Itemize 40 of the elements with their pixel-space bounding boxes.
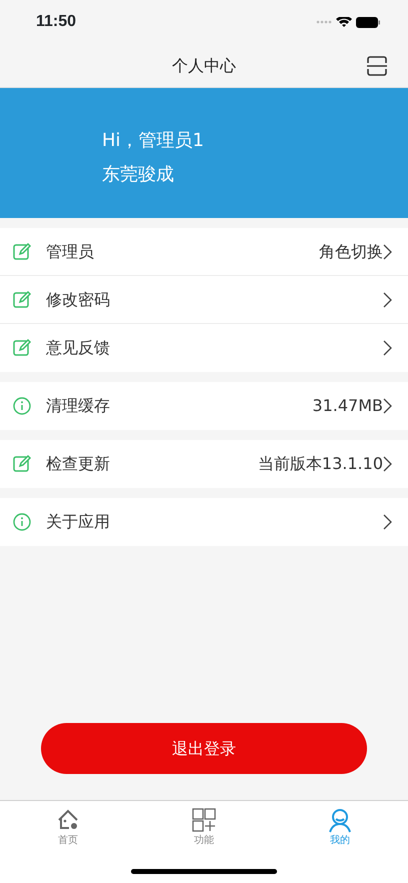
row-label: 意见反馈 [46, 337, 111, 359]
row-label: 关于应用 [46, 511, 111, 533]
row-label: 管理员 [46, 240, 95, 262]
row-value: 角色切换 [319, 240, 383, 262]
row-label: 清理缓存 [46, 395, 111, 417]
logout-button[interactable]: 退出登录 [41, 723, 367, 774]
page-title: 个人中心 [172, 54, 236, 76]
settings-row[interactable]: 清理缓存 31.47MB [0, 382, 408, 430]
greeting-text: Hi，管理员1 [102, 129, 205, 153]
battery-icon [356, 16, 380, 28]
settings-row[interactable]: 意见反馈 [0, 324, 408, 372]
tab-item[interactable]: 功能 [136, 801, 272, 883]
settings-row[interactable]: 修改密码 [0, 276, 408, 324]
info-icon [12, 396, 32, 416]
grid-icon [191, 807, 217, 833]
tab-item[interactable]: 首页 [0, 801, 136, 883]
edit-icon [12, 290, 32, 310]
chevron-icon [383, 340, 392, 356]
edit-icon [12, 338, 32, 358]
edit-icon [12, 242, 32, 262]
chevron-icon [383, 398, 392, 414]
person-icon [327, 807, 353, 833]
chevron-icon [383, 514, 392, 530]
company-name: 东莞骏成 [102, 163, 175, 187]
settings-row[interactable]: 检查更新 当前版本13.1.10 [0, 440, 408, 488]
signal-icon [316, 20, 332, 24]
info-icon [12, 512, 32, 532]
chevron-icon [383, 292, 392, 308]
settings-row[interactable]: 管理员 角色切换 [0, 228, 408, 276]
settings-row[interactable]: 关于应用 [0, 498, 408, 546]
row-value: 31.47MB [312, 395, 383, 417]
status-time: 11:50 [36, 12, 76, 32]
row-label: 修改密码 [46, 288, 111, 310]
scan-icon[interactable] [366, 55, 388, 77]
wifi-icon [336, 16, 352, 28]
row-value: 当前版本13.1.10 [258, 453, 383, 475]
edit-icon [12, 454, 32, 474]
chevron-icon [383, 244, 392, 260]
row-label: 检查更新 [46, 453, 111, 475]
chevron-icon [383, 456, 392, 472]
